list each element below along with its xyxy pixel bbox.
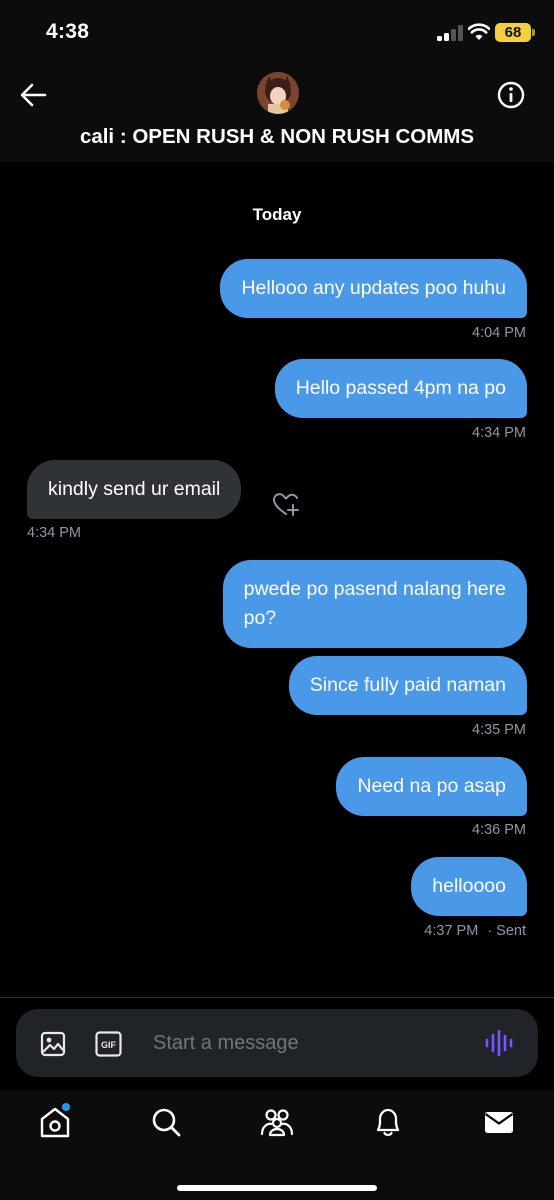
- message-timestamp: 4:34 PM: [27, 525, 81, 541]
- image-icon[interactable]: [40, 1031, 66, 1057]
- conversation-title[interactable]: cali : OPEN RUSH & NON RUSH COMMS: [0, 125, 554, 149]
- message-text-line: pwede po pasend nalang here: [243, 578, 506, 600]
- message-bubble-outgoing[interactable]: pwede po pasend nalang here po?: [222, 560, 527, 648]
- notifications-bell-icon[interactable]: [370, 1104, 406, 1140]
- message-input[interactable]: [153, 1027, 453, 1059]
- message-status: 4:37 PM · Sent: [424, 923, 526, 939]
- svg-text:GIF: GIF: [101, 1040, 117, 1050]
- back-arrow-icon[interactable]: [18, 80, 48, 110]
- messages-envelope-icon[interactable]: [481, 1104, 517, 1140]
- message-timestamp: 4:37 PM: [424, 923, 479, 939]
- message-timestamp: 4:04 PM: [472, 325, 526, 341]
- gif-icon[interactable]: GIF: [95, 1031, 122, 1057]
- date-separator: Today: [252, 205, 302, 224]
- add-reaction-icon[interactable]: [271, 490, 301, 518]
- status-bar: 4:38 68: [0, 0, 554, 70]
- wifi-icon: [468, 23, 490, 40]
- sent-status: · Sent: [487, 923, 526, 939]
- bottom-tab-bar: [0, 1090, 554, 1200]
- message-timestamp: 4:34 PM: [472, 425, 526, 441]
- search-icon[interactable]: [148, 1104, 184, 1140]
- info-icon[interactable]: [496, 80, 526, 110]
- status-time: 4:38: [46, 20, 90, 43]
- composer-divider: [0, 997, 554, 998]
- message-bubble-incoming[interactable]: kindly send ur email: [27, 460, 242, 519]
- cellular-signal-icon: [437, 25, 463, 41]
- message-bubble-outgoing[interactable]: Hello passed 4pm na po: [274, 359, 527, 418]
- message-bubble-outgoing[interactable]: Need na po asap: [336, 757, 527, 816]
- message-composer: GIF: [16, 1009, 538, 1077]
- message-text-line: po?: [243, 607, 277, 629]
- avatar[interactable]: [257, 72, 299, 114]
- message-timestamp: 4:36 PM: [472, 822, 526, 838]
- message-timestamp: 4:35 PM: [472, 722, 526, 738]
- message-bubble-outgoing[interactable]: Since fully paid naman: [288, 656, 527, 715]
- voice-message-icon[interactable]: [485, 1030, 513, 1056]
- conversation-header: cali : OPEN RUSH & NON RUSH COMMS: [0, 70, 554, 162]
- battery-level: 68: [495, 23, 535, 42]
- message-bubble-outgoing[interactable]: helloooo: [411, 857, 527, 916]
- notification-dot: [62, 1103, 70, 1111]
- communities-icon[interactable]: [259, 1104, 295, 1140]
- home-indicator: [177, 1185, 377, 1191]
- message-bubble-outgoing[interactable]: Hellooo any updates poo huhu: [220, 259, 527, 318]
